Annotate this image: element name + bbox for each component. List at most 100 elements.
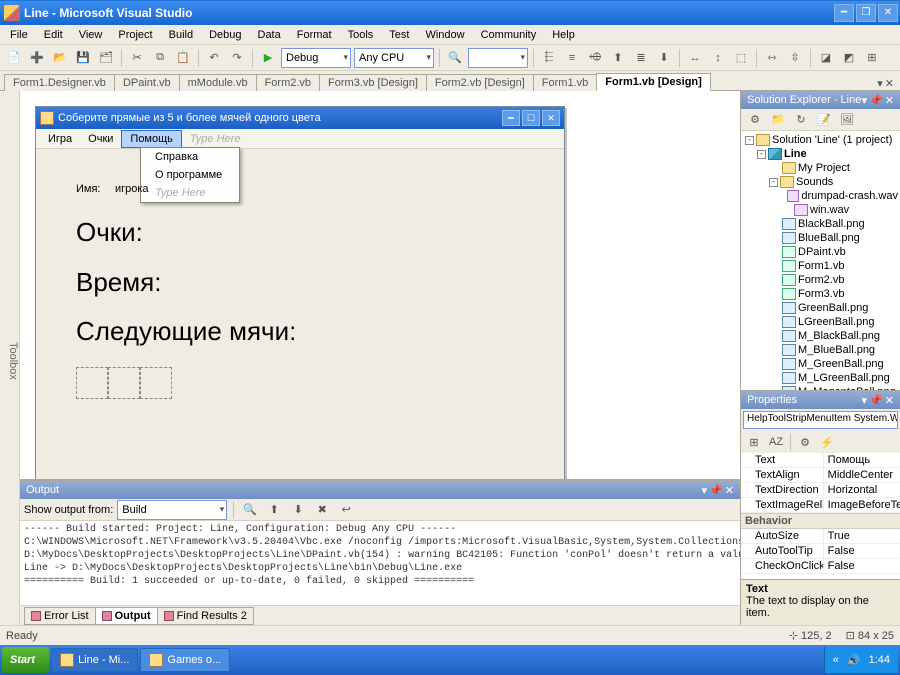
taskbar-task[interactable]: Games o...	[140, 648, 230, 672]
tree-node[interactable]: win.wav	[743, 203, 898, 217]
config-select[interactable]: Debug	[281, 48, 351, 68]
property-row[interactable]: TextDirectionHorizontal	[741, 483, 900, 498]
design-form[interactable]: Соберите прямые из 5 и более мячей одног…	[35, 106, 565, 480]
menustrip-type-here[interactable]: Type Here	[182, 131, 249, 147]
menu-tools[interactable]: Tools	[342, 27, 380, 43]
taskbar-task[interactable]: Line - Mi...	[51, 648, 138, 672]
same-width-icon[interactable]: ↔	[685, 48, 705, 68]
doc-tab[interactable]: Form3.vb [Design]	[319, 74, 427, 91]
doc-tab[interactable]: Form1.vb	[533, 74, 597, 91]
align-middle-icon[interactable]: ≣	[631, 48, 651, 68]
tree-node[interactable]: -Solution 'Line' (1 project)	[743, 133, 898, 147]
menu-edit[interactable]: Edit	[38, 27, 69, 43]
tab-dropdown-icon[interactable]: ▾	[877, 77, 883, 90]
view-code-icon[interactable]: 📝	[814, 110, 834, 130]
show-all-icon[interactable]: 📁	[768, 110, 788, 130]
same-height-icon[interactable]: ↕	[708, 48, 728, 68]
events-icon[interactable]: ⚡	[817, 432, 837, 452]
minimize-button[interactable]: ━	[834, 4, 854, 22]
new-project-icon[interactable]: 📄	[4, 48, 24, 68]
tree-expand-icon[interactable]: -	[769, 178, 778, 187]
ball-slot[interactable]	[140, 367, 172, 399]
restore-button[interactable]: ❐	[856, 4, 876, 22]
alphabetical-icon[interactable]: AZ	[766, 432, 786, 452]
align-right-icon[interactable]: ⬲	[585, 48, 605, 68]
doc-tab[interactable]: Form1.Designer.vb	[4, 74, 115, 91]
doc-tab[interactable]: mModule.vb	[179, 74, 257, 91]
next-message-icon[interactable]: ⬇	[288, 500, 308, 520]
tab-order-icon[interactable]: ⊞	[862, 48, 882, 68]
property-row[interactable]: CheckOnClickFalse	[741, 559, 900, 574]
categorized-icon[interactable]: ⊞	[744, 432, 764, 452]
menustrip-item[interactable]: Очки	[80, 131, 121, 147]
open-icon[interactable]: 📂	[50, 48, 70, 68]
menu-window[interactable]: Window	[419, 27, 470, 43]
form-maximize-button[interactable]: ☐	[522, 110, 540, 126]
doc-tab[interactable]: Form1.vb [Design]	[596, 73, 711, 91]
tree-node[interactable]: DPaint.vb	[743, 245, 898, 259]
tree-node[interactable]: LGreenBall.png	[743, 315, 898, 329]
menu-help[interactable]: Help	[546, 27, 581, 43]
tree-node[interactable]: M_LGreenBall.png	[743, 371, 898, 385]
tree-node[interactable]: BlackBall.png	[743, 217, 898, 231]
form-minimize-button[interactable]: ━	[502, 110, 520, 126]
find-message-icon[interactable]: 🔍	[240, 500, 260, 520]
property-row[interactable]: AutoToolTipFalse	[741, 544, 900, 559]
menustrip-item[interactable]: Помощь	[121, 130, 182, 148]
properties-object-select[interactable]: HelpToolStripMenuItem System.Wi	[743, 411, 898, 429]
vspace-icon[interactable]: ⇳	[785, 48, 805, 68]
property-row[interactable]: TextImageRelatImageBeforeText	[741, 498, 900, 513]
tray-expand-icon[interactable]: «	[833, 654, 839, 666]
toolbox-tab[interactable]: Toolbox	[0, 91, 20, 625]
label-name[interactable]: Имя: игрока	[76, 159, 564, 208]
prev-message-icon[interactable]: ⬆	[264, 500, 284, 520]
bottom-tab[interactable]: Find Results 2	[157, 607, 254, 625]
panel-pin-icon[interactable]: 📌	[709, 484, 723, 497]
view-designer-icon[interactable]: 🖼	[837, 110, 857, 130]
property-row[interactable]: TextAlignMiddleCenter	[741, 468, 900, 483]
paste-icon[interactable]: 📋	[173, 48, 193, 68]
tree-node[interactable]: -Sounds	[743, 175, 898, 189]
label-next[interactable]: Следующие мячи:	[76, 307, 564, 356]
tree-node[interactable]: drumpad-crash.wav	[743, 189, 898, 203]
align-bottom-icon[interactable]: ⬇	[654, 48, 674, 68]
panel-close-icon[interactable]: ✕	[885, 394, 894, 407]
same-size-icon[interactable]: ⬚	[731, 48, 751, 68]
output-source-select[interactable]: Build	[117, 500, 227, 520]
align-center-icon[interactable]: ≡	[562, 48, 582, 68]
copy-icon[interactable]: ⧉	[150, 48, 170, 68]
tree-node[interactable]: Form3.vb	[743, 287, 898, 301]
send-back-icon[interactable]: ◩	[839, 48, 859, 68]
doc-tab[interactable]: DPaint.vb	[114, 74, 180, 91]
tree-expand-icon[interactable]: -	[745, 136, 754, 145]
solution-tree[interactable]: -Solution 'Line' (1 project)-LineMy Proj…	[741, 131, 900, 390]
find-icon[interactable]: 🔍	[445, 48, 465, 68]
form-menustrip[interactable]: ИграОчкиПомощьType Here	[36, 129, 564, 149]
menustrip-item[interactable]: Игра	[40, 131, 80, 147]
panel-dropdown-icon[interactable]: ▾	[862, 94, 868, 107]
wrap-icon[interactable]: ↩	[336, 500, 356, 520]
design-surface[interactable]: Соберите прямые из 5 и более мячей одног…	[20, 91, 740, 480]
bottom-tab[interactable]: Output	[95, 607, 158, 625]
tree-node[interactable]: My Project	[743, 161, 898, 175]
align-left-icon[interactable]: ⬱	[539, 48, 559, 68]
tree-node[interactable]: GreenBall.png	[743, 301, 898, 315]
panel-dropdown-icon[interactable]: ▾	[702, 484, 708, 497]
menu-debug[interactable]: Debug	[203, 27, 247, 43]
doc-tab[interactable]: Form2.vb	[256, 74, 320, 91]
tree-node[interactable]: M_GreenBall.png	[743, 357, 898, 371]
platform-select[interactable]: Any CPU	[354, 48, 434, 68]
bring-front-icon[interactable]: ◪	[816, 48, 836, 68]
align-top-icon[interactable]: ⬆	[608, 48, 628, 68]
hspace-icon[interactable]: ⇿	[762, 48, 782, 68]
undo-icon[interactable]: ↶	[204, 48, 224, 68]
bottom-tab[interactable]: Error List	[24, 607, 96, 625]
menu-community[interactable]: Community	[475, 27, 543, 43]
menu-view[interactable]: View	[73, 27, 109, 43]
panel-dropdown-icon[interactable]: ▾	[862, 394, 868, 407]
form-close-button[interactable]: ✕	[542, 110, 560, 126]
system-tray[interactable]: « 🔊 1:44	[824, 647, 898, 673]
properties-grid[interactable]: TextПомощьTextAlignMiddleCenterTextDirec…	[741, 453, 900, 579]
output-text[interactable]: ------ Build started: Project: Line, Con…	[20, 521, 740, 605]
add-item-icon[interactable]: ➕	[27, 48, 47, 68]
